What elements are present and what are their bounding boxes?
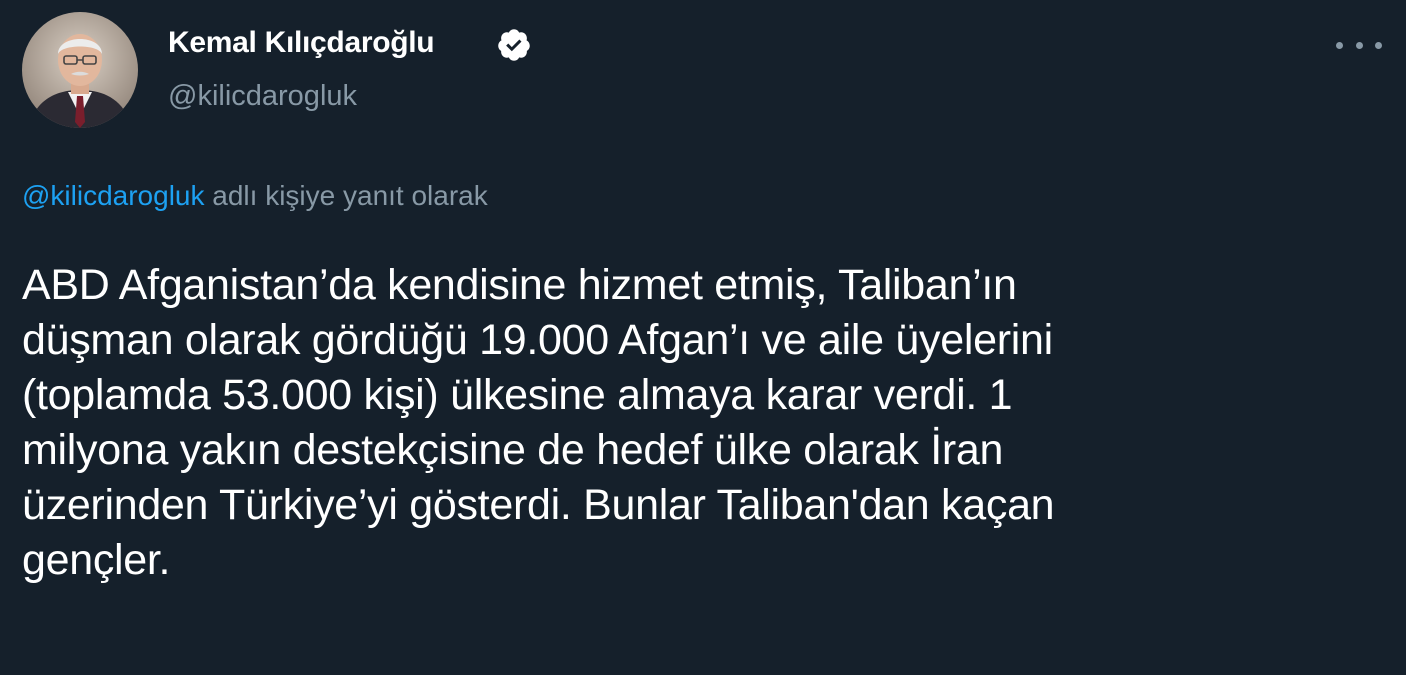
display-name[interactable]: Kemal Kılıçdaroğlu [168, 26, 435, 60]
reply-context: @kilicdarogluk adlı kişiye yanıt olarak [22, 180, 488, 212]
more-dot [1355, 41, 1363, 49]
reply-mention-link[interactable]: @kilicdarogluk [22, 180, 205, 211]
avatar[interactable] [22, 12, 138, 128]
tweet-text-line: üzerinden Türkiye’yi gösterdi. Bunlar Ta… [22, 481, 1055, 529]
avatar-image [22, 12, 138, 128]
handle[interactable]: @kilicdarogluk [168, 80, 357, 113]
tweet-text-line: (toplamda 53.000 kişi) ülkesine almaya k… [22, 371, 1013, 419]
more-dot [1336, 41, 1343, 49]
tweet-text-line: düşman olarak gördüğü 19.000 Afgan’ı ve … [22, 316, 1053, 364]
tweet-text-line: ABD Afganistan’da kendisine hizmet etmiş… [22, 261, 1017, 309]
verified-badge-icon [498, 29, 530, 61]
reply-context-text: adlı kişiye yanıt olarak [212, 180, 488, 211]
more-options-icon[interactable] [1336, 32, 1382, 58]
tweet-text-line: milyona yakın destekçisine de hedef ülke… [22, 426, 1004, 474]
more-dot [1375, 41, 1382, 49]
tweet-card: Kemal Kılıçdaroğlu @kilicdarogluk @kilic… [0, 0, 1406, 675]
tweet-text-line: gençler. [22, 536, 171, 584]
tweet-text: ABD Afganistan’da kendisine hizmet etmiş… [22, 258, 1382, 588]
